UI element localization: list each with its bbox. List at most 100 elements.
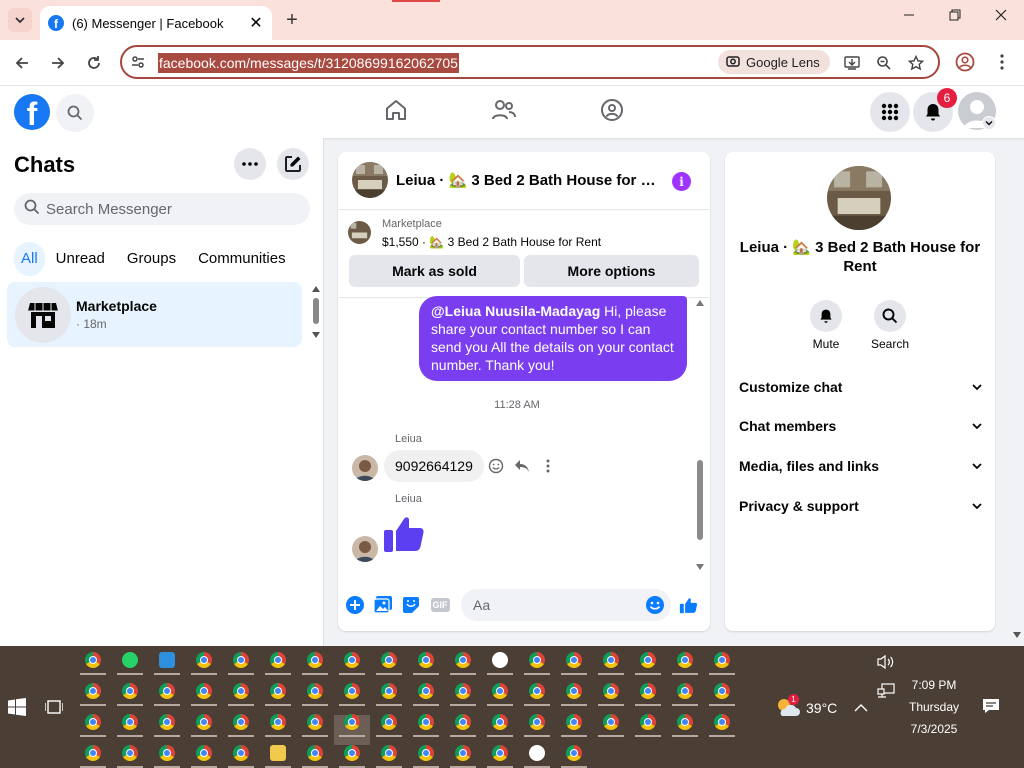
listing-summary[interactable]: $1,550 · 🏡 3 Bed 2 Bath House for Rent [382,235,601,249]
chrome-icon[interactable] [159,683,175,699]
chrome-icon[interactable] [270,652,286,668]
listing-thumbnail[interactable] [348,221,371,244]
section-customize-chat[interactable]: Customize chat [739,379,983,395]
back-button[interactable] [10,52,34,74]
scroll-up-arrow-icon[interactable] [696,300,704,306]
chrome-icon[interactable] [307,683,323,699]
tab-search-button[interactable] [8,8,32,32]
vscode-icon[interactable] [159,652,175,668]
chrome-icon[interactable] [233,745,249,761]
chrome-icon[interactable] [307,745,323,761]
chrome-icon[interactable] [85,714,101,730]
chrome-icon[interactable] [270,683,286,699]
search-messenger-input[interactable]: Search Messenger [14,193,310,225]
scrollbar-thumb[interactable] [313,298,319,324]
task-view-button[interactable] [44,698,64,721]
restore-button[interactable] [940,8,970,24]
facebook-search-button[interactable] [56,94,94,132]
scroll-down-arrow-icon[interactable] [312,332,320,338]
address-bar[interactable]: facebook.com/messages/t/3120869916206270… [120,45,940,79]
scroll-down-arrow-icon[interactable] [696,564,704,570]
browser-tab[interactable]: f (6) Messenger | Facebook ✕ [40,6,272,40]
chrome-icon[interactable] [381,714,397,730]
chrome-icon[interactable] [307,652,323,668]
chrome-icon[interactable] [455,714,471,730]
forward-button[interactable] [46,52,70,74]
chrome-icon[interactable] [122,683,138,699]
message-input[interactable]: Aa [461,589,671,621]
speaker-icon[interactable] [877,654,895,675]
new-message-button[interactable] [277,148,309,180]
more-vertical-icon[interactable] [540,458,556,479]
chrome-icon[interactable] [344,683,360,699]
chrome-icon[interactable] [418,652,434,668]
install-app-icon[interactable] [842,53,862,73]
message-mention[interactable]: @Leiua Nuusila-Madayag [431,303,600,319]
friends-nav-button[interactable] [490,96,518,124]
chrome-icon[interactable] [677,714,693,730]
reload-button[interactable] [82,52,106,74]
mark-as-sold-button[interactable]: Mark as sold [349,255,520,287]
chrome-icon[interactable] [640,652,656,668]
chrome-icon[interactable] [344,745,360,761]
chrome-icon[interactable] [566,652,582,668]
bookmark-star-icon[interactable] [906,53,926,73]
close-window-button[interactable] [986,8,1016,24]
page-scroll-down-arrow-icon[interactable] [1013,632,1021,638]
chrome-icon[interactable] [529,714,545,730]
chrome-icon[interactable] [307,714,323,730]
more-options-button[interactable]: More options [524,255,699,287]
tab-close-icon[interactable]: ✕ [248,13,264,33]
whatsapp-icon[interactable] [122,652,138,668]
chrome-icon[interactable] [640,714,656,730]
profile-icon[interactable] [955,52,975,77]
zoom-icon[interactable] [874,53,894,73]
chrome-icon[interactable] [418,714,434,730]
chrome-icon[interactable] [344,714,360,730]
clock[interactable]: 7:09 PM Thursday 7/3/2025 [898,676,970,742]
chrome-icon[interactable] [381,683,397,699]
conversation-avatar[interactable] [352,162,388,198]
conversation-title[interactable]: Leiua · 🏡 3 Bed 2 Bath House for R... [396,171,656,189]
weather-widget[interactable]: 1 39°C [774,694,844,720]
chrome-icon[interactable] [714,652,730,668]
account-chevron-icon[interactable] [982,116,996,130]
chats-scrollbar[interactable] [312,286,320,338]
thumbs-up-sticker-icon[interactable] [382,510,428,561]
filter-groups[interactable]: Groups [116,242,187,276]
chrome-icon[interactable] [492,714,508,730]
conversation-scrollbar[interactable] [695,300,705,572]
facebook-logo[interactable]: f [14,94,50,130]
chrome-icon[interactable] [196,745,212,761]
action-center-icon[interactable] [982,698,1000,719]
chrome-icon[interactable] [566,745,582,761]
chrome-icon[interactable] [714,683,730,699]
chrome-icon[interactable] [714,714,730,730]
chrome-icon[interactable] [603,652,619,668]
chrome-icon[interactable] [233,683,249,699]
chrome-icon[interactable] [455,745,471,761]
react-icon[interactable] [488,458,504,479]
chrome-icon[interactable] [603,683,619,699]
plus-circle-icon[interactable] [344,594,366,616]
sender-avatar[interactable] [352,455,378,481]
site-settings-icon[interactable] [130,54,146,75]
chrome-icon[interactable] [270,714,286,730]
chrome-icon[interactable] [381,652,397,668]
chat-list-item[interactable]: Marketplace · 18m [7,282,302,347]
file-explorer-icon[interactable] [270,745,286,761]
reply-icon[interactable] [514,458,530,479]
chrome-icon[interactable] [566,714,582,730]
google-lens-button[interactable]: Google Lens [718,50,830,74]
app-icon[interactable] [492,652,508,668]
chrome-icon[interactable] [603,714,619,730]
chrome-icon[interactable] [492,745,508,761]
search-conversation-button[interactable]: Search [860,300,920,351]
chats-options-button[interactable] [234,148,266,180]
gif-icon[interactable]: GIF [429,594,451,616]
chrome-icon[interactable] [196,683,212,699]
outgoing-message[interactable]: @Leiua Nuusila-Madayag Hi, please share … [419,296,687,381]
new-tab-button[interactable]: + [282,9,302,32]
chevron-up-icon[interactable] [854,700,868,718]
home-nav-button[interactable] [382,96,410,124]
